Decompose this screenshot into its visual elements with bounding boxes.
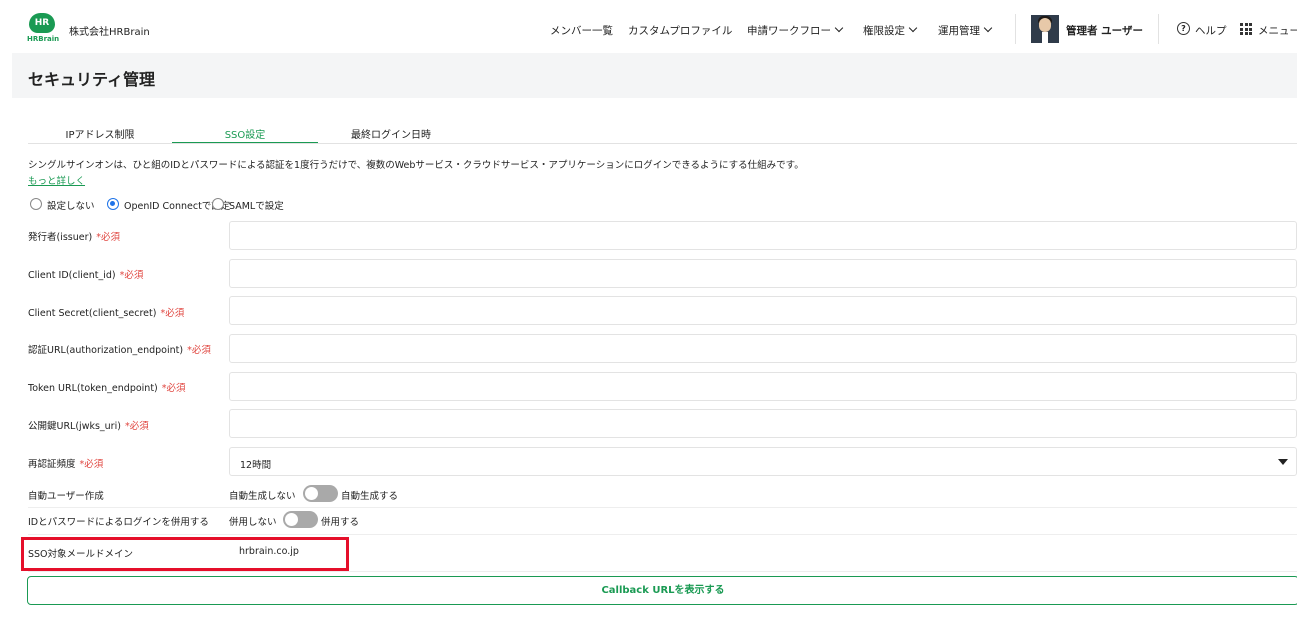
logo-brand-text: HRBrain [27,35,60,43]
jwks-row: 公開鍵URL(jwks_uri) *必須 [28,409,1297,439]
reauth-row: 再認証頻度 *必須 12時間 [28,447,1297,477]
token-url-label: Token URL(token_endpoint) *必須 [28,383,186,394]
help-link[interactable]: ヘルプ [1195,23,1227,38]
reauth-select[interactable]: 12時間 [229,447,1297,476]
menu-button[interactable]: メニュー [1258,23,1297,38]
top-bar: HR HRBrain 株式会社HRBrain メンバー一覧 カスタムプロファイル… [0,0,1297,53]
nav-custom-profile[interactable]: カスタムプロファイル [628,23,732,38]
tab-ip-restriction[interactable]: IPアドレス制限 [28,126,172,144]
issuer-input[interactable] [229,221,1297,250]
radio-circle[interactable] [212,198,224,210]
client-id-row: Client ID(client_id) *必須 [28,259,1297,289]
jwks-input[interactable] [229,409,1297,438]
avatar[interactable] [1031,15,1059,43]
dropdown-arrow-icon [1278,459,1288,465]
user-name[interactable]: 管理者 ユーザー [1066,23,1143,38]
required-mark: *必須 [187,345,211,356]
row-divider [28,534,1297,535]
row-divider [28,507,1297,508]
toggle-knob [305,487,318,500]
header-divider [1158,14,1159,44]
nav-member-list[interactable]: メンバー一覧 [550,23,613,38]
auth-url-label: 認証URL(authorization_endpoint) *必須 [28,345,211,356]
chevron-down-icon [983,23,993,33]
auth-url-row: 認証URL(authorization_endpoint) *必須 [28,334,1297,364]
header-divider [1015,14,1016,44]
toggle-knob [285,513,298,526]
required-mark: *必須 [124,421,149,432]
logo-mark: HR [29,13,55,33]
page-header: セキュリティ管理 [12,53,1297,98]
client-secret-input[interactable] [229,296,1297,325]
jwks-label: 公開鍵URL(jwks_uri) *必須 [28,421,149,432]
radio-circle[interactable] [30,198,42,210]
client-id-label: Client ID(client_id) *必須 [28,270,144,281]
client-secret-label: Client Secret(client_secret) *必須 [28,308,185,319]
nav-permission[interactable]: 権限設定 [863,23,918,38]
auto-user-label: 自動ユーザー作成 [28,491,104,502]
required-mark: *必須 [96,232,120,243]
combined-login-toggle[interactable] [283,511,318,528]
auto-user-on-label: 自動生成する [341,491,399,502]
combined-login-label: IDとパスワードによるログインを併用する [28,517,209,528]
auth-url-input[interactable] [229,334,1297,363]
issuer-row: 発行者(issuer) *必須 [28,221,1297,251]
show-callback-url-button[interactable]: Callback URLを表示する [27,576,1297,605]
tab-last-login[interactable]: 最終ログイン日時 [318,126,464,144]
company-name: 株式会社HRBrain [69,27,150,38]
hrbrain-logo[interactable]: HR HRBrain [27,13,59,45]
radio-sso-none[interactable]: 設定しない [30,197,105,212]
row-divider [28,571,1297,572]
client-secret-row: Client Secret(client_secret) *必須 [28,296,1297,326]
auto-user-toggle[interactable] [303,485,338,502]
more-details-link[interactable]: もっと詳しく [28,173,85,187]
required-mark: *必須 [160,308,185,319]
combined-login-toggle-row: 併用しない 併用する [229,511,369,529]
token-url-input[interactable] [229,372,1297,401]
radio-circle-selected[interactable] [107,198,119,210]
help-icon[interactable]: ? [1177,22,1190,35]
nav-operation[interactable]: 運用管理 [938,23,993,38]
tab-divider [28,143,1297,144]
page-title: セキュリティ管理 [28,70,156,89]
chevron-down-icon [834,23,844,33]
token-url-row: Token URL(token_endpoint) *必須 [28,372,1297,402]
highlight-box [21,537,349,571]
reauth-label: 再認証頻度 *必須 [28,459,104,470]
combined-login-off-label: 併用しない [229,517,277,528]
required-mark: *必須 [119,270,144,281]
reauth-selected-value: 12時間 [240,460,272,471]
grid-menu-icon[interactable] [1240,23,1252,35]
auto-user-toggle-row: 自動生成しない 自動生成する [229,485,409,503]
sso-description: シングルサインオンは、ひと組のIDとパスワードによる認証を1度行うだけで、複数の… [28,160,804,171]
radio-sso-saml[interactable]: SAMLで設定 [212,197,322,212]
required-mark: *必須 [79,459,104,470]
auto-user-off-label: 自動生成しない [229,491,296,502]
tab-sso-settings[interactable]: SSO設定 [172,126,318,144]
issuer-label: 発行者(issuer) *必須 [28,232,120,243]
chevron-down-icon [908,23,918,33]
combined-login-on-label: 併用する [321,517,360,528]
nav-workflow[interactable]: 申請ワークフロー [747,23,844,38]
client-id-input[interactable] [229,259,1297,288]
required-mark: *必須 [161,383,186,394]
